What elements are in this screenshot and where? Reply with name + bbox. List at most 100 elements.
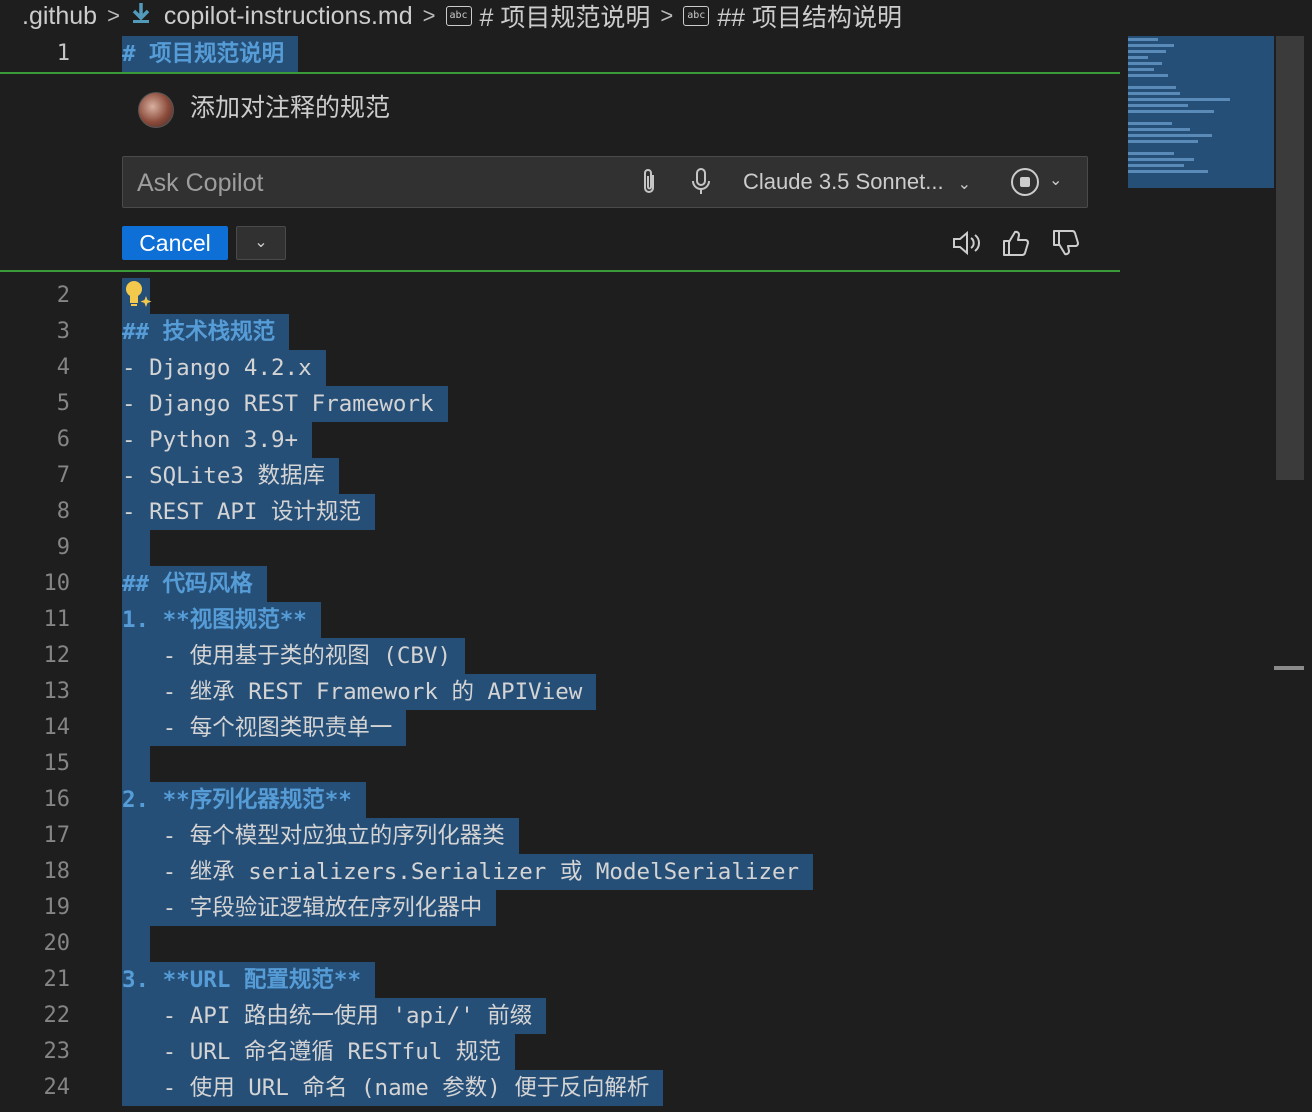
thumbs-up-icon[interactable]	[1000, 227, 1032, 264]
speaker-icon[interactable]	[950, 227, 982, 264]
editor-line[interactable]: 15	[0, 746, 1120, 782]
minimap-line	[1128, 92, 1180, 95]
editor-line[interactable]: 13 - 继承 REST Framework 的 APIView	[0, 674, 1120, 710]
code-line[interactable]: 3. **URL 配置规范**	[122, 962, 376, 998]
code-line[interactable]: - Django 4.2.x	[122, 350, 326, 386]
code-line[interactable]: - 继承 serializers.Serializer 或 ModelSeria…	[122, 854, 814, 890]
inline-chat-widget: 添加对注释的规范 Claude 3.5 Sonnet...⌄ ⌄ Cancel …	[0, 72, 1120, 272]
line-number: 13	[43, 679, 71, 704]
cancel-options-dropdown[interactable]: ⌄	[236, 226, 286, 260]
code-line[interactable]: - 使用基于类的视图 (CBV)	[122, 638, 466, 674]
code-line[interactable]: ## 代码风格	[122, 566, 267, 602]
line-number: 22	[43, 1003, 71, 1028]
editor-line[interactable]: 23 - URL 命名遵循 RESTful 规范	[0, 1034, 1120, 1070]
code-line[interactable]: - 继承 REST Framework 的 APIView	[122, 674, 597, 710]
line-number: 15	[43, 751, 71, 776]
chevron-right-icon: >	[107, 3, 120, 28]
breadcrumb-symbol-heading[interactable]: # 项目规范说明	[480, 0, 651, 34]
attach-paperclip-icon[interactable]	[637, 167, 661, 202]
code-line[interactable]: - URL 命名遵循 RESTful 规范	[122, 1034, 515, 1070]
stop-icon[interactable]	[1011, 168, 1039, 196]
chevron-right-icon: >	[422, 3, 436, 28]
code-line[interactable]: 1. **视图规范**	[122, 602, 321, 638]
line-number: 20	[43, 931, 71, 956]
minimap[interactable]	[1128, 36, 1274, 188]
editor-line[interactable]: 16 2. **序列化器规范**	[0, 782, 1120, 818]
code-line[interactable]: - 每个模型对应独立的序列化器类	[122, 818, 519, 854]
minimap-line	[1128, 50, 1166, 53]
editor-line[interactable]: 18 - 继承 serializers.Serializer 或 ModelSe…	[0, 854, 1120, 890]
minimap-line	[1128, 110, 1214, 113]
line-number: 1	[56, 41, 70, 66]
chevron-down-icon: ⌄	[254, 234, 268, 251]
scrollbar-thumb[interactable]	[1276, 36, 1304, 480]
breadcrumb-file[interactable]: copilot-instructions.md	[164, 2, 413, 31]
download-arrow-icon	[130, 1, 152, 32]
chat-request-text: 添加对注释的规范	[190, 94, 391, 122]
cancel-button[interactable]: Cancel	[122, 226, 228, 260]
minimap-line	[1128, 170, 1208, 173]
code-line[interactable]: - 每个视图类职责单一	[122, 710, 407, 746]
code-line[interactable]: - 使用 URL 命名 (name 参数) 便于反向解析	[122, 1070, 664, 1106]
code-line[interactable]: - REST API 设计规范	[122, 494, 376, 530]
editor-line[interactable]: 24 - 使用 URL 命名 (name 参数) 便于反向解析	[0, 1070, 1120, 1106]
line-number: 23	[43, 1039, 71, 1064]
line-number: 2	[56, 283, 70, 308]
line-number: 14	[43, 715, 71, 740]
editor-line[interactable]: 14 - 每个视图类职责单一	[0, 710, 1120, 746]
line-number: 9	[56, 535, 70, 560]
editor-line[interactable]: 19 - 字段验证逻辑放在序列化器中	[0, 890, 1120, 926]
lightbulb-sparkle-icon[interactable]	[122, 278, 156, 312]
editor-line[interactable]: 17 - 每个模型对应独立的序列化器类	[0, 818, 1120, 854]
breadcrumb-symbol-subheading[interactable]: ## 项目结构说明	[717, 0, 902, 34]
editor-line[interactable]: 3 ## 技术栈规范	[0, 314, 1120, 350]
line-number: 4	[56, 355, 70, 380]
editor-line[interactable]: 1 # 项目规范说明	[0, 36, 1120, 72]
model-picker[interactable]: Claude 3.5 Sonnet... ⌄	[743, 157, 971, 207]
minimap-line	[1128, 68, 1154, 71]
code-line[interactable]: - API 路由统一使用 'api/' 前缀	[122, 998, 547, 1034]
code-line[interactable]: - SQLite3 数据库	[122, 458, 339, 494]
code-line[interactable]: - Django REST Framework	[122, 386, 448, 422]
line-number: 17	[43, 823, 71, 848]
line-number: 8	[56, 499, 70, 524]
minimap-line	[1128, 38, 1158, 41]
editor-line[interactable]: 12 - 使用基于类的视图 (CBV)	[0, 638, 1120, 674]
editor-line[interactable]: 8 - REST API 设计规范	[0, 494, 1120, 530]
editor-line[interactable]: 22 - API 路由统一使用 'api/' 前缀	[0, 998, 1120, 1034]
editor-line[interactable]: 20	[0, 926, 1120, 962]
editor-line[interactable]: 6 - Python 3.9+	[0, 422, 1120, 458]
ask-copilot-input[interactable]	[123, 157, 639, 209]
editor-line[interactable]: 2	[0, 278, 1120, 314]
line-number: 5	[56, 391, 70, 416]
editor-line[interactable]: 7 - SQLite3 数据库	[0, 458, 1120, 494]
minimap-line	[1128, 134, 1212, 137]
code-line[interactable]	[122, 926, 150, 962]
code-line[interactable]	[122, 530, 150, 566]
minimap-line	[1128, 152, 1174, 155]
symbol-string-icon: abc	[683, 6, 710, 26]
minimap-line	[1128, 122, 1172, 125]
code-line[interactable]: - 字段验证逻辑放在序列化器中	[122, 890, 497, 926]
code-line[interactable]: - Python 3.9+	[122, 422, 313, 458]
line-number: 10	[43, 571, 71, 596]
microphone-icon[interactable]	[689, 167, 713, 202]
line-number: 12	[43, 643, 71, 668]
code-line[interactable]: # 项目规范说明	[122, 36, 299, 72]
editor-line[interactable]: 5 - Django REST Framework	[0, 386, 1120, 422]
code-line[interactable]: 2. **序列化器规范**	[122, 782, 366, 818]
code-line[interactable]	[122, 746, 150, 782]
editor-line[interactable]: 4 - Django 4.2.x	[0, 350, 1120, 386]
line-number: 6	[56, 427, 70, 452]
line-number: 16	[43, 787, 71, 812]
line-number: 19	[43, 895, 71, 920]
editor-line[interactable]: 11 1. **视图规范**	[0, 602, 1120, 638]
breadcrumb-folder[interactable]: .github	[22, 2, 97, 31]
chevron-down-icon[interactable]: ⌄	[1049, 167, 1062, 195]
minimap-line	[1128, 86, 1176, 89]
editor-line[interactable]: 21 3. **URL 配置规范**	[0, 962, 1120, 998]
code-line[interactable]: ## 技术栈规范	[122, 314, 290, 350]
editor-line[interactable]: 9	[0, 530, 1120, 566]
thumbs-down-icon[interactable]	[1050, 227, 1082, 264]
editor-line[interactable]: 10 ## 代码风格	[0, 566, 1120, 602]
